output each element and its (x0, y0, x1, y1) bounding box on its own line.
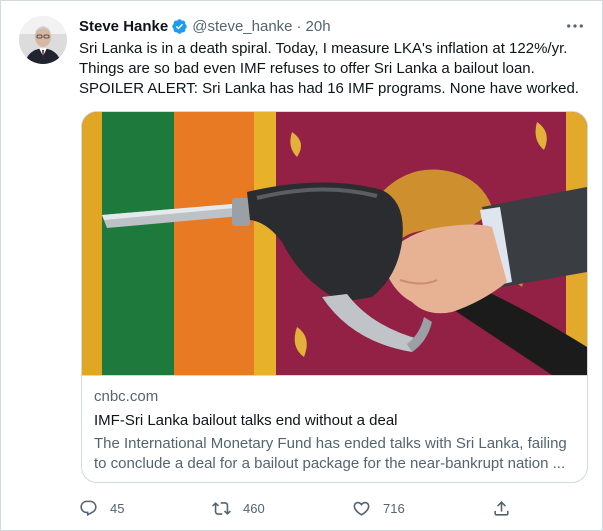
card-title: IMF-Sri Lanka bailout talks end without … (94, 412, 398, 429)
retweet-icon (212, 501, 231, 515)
tweet-actions: 45 460 716 (79, 495, 589, 521)
retweet-count: 460 (243, 500, 265, 516)
card-description-line: The International Monetary Fund has ende… (94, 435, 567, 452)
retweet-button[interactable]: 460 (212, 495, 265, 521)
like-count: 716 (383, 500, 405, 516)
heart-icon (353, 501, 370, 516)
share-button[interactable] (492, 495, 523, 521)
timestamp[interactable]: 20h (306, 18, 331, 35)
avatar-image (19, 16, 67, 64)
share-icon (494, 500, 509, 516)
card-meta: cnbc.com IMF-Sri Lanka bailout talks end… (82, 375, 587, 482)
author-name[interactable]: Steve Hanke (79, 18, 168, 35)
card-description: The International Monetary Fund has ende… (94, 434, 580, 474)
reply-button[interactable]: 45 (79, 495, 124, 521)
separator-dot: · (296, 17, 302, 35)
more-icon[interactable] (564, 15, 586, 37)
tweet-header: Steve Hanke @steve_hanke · 20h (79, 15, 582, 37)
tweet-card[interactable]: Steve Hanke @steve_hanke · 20h Sri Lanka… (0, 0, 603, 531)
verified-badge-icon (171, 18, 188, 35)
author-handle[interactable]: @steve_hanke (192, 18, 292, 35)
tweet-text-line: SPOILER ALERT: Sri Lanka has had 16 IMF … (79, 80, 579, 97)
tweet-text: Sri Lanka is in a death spiral. Today, I… (79, 39, 589, 99)
card-description-line: to conclude a deal for a bailout package… (94, 455, 566, 472)
card-image (82, 112, 587, 375)
reply-icon (80, 500, 97, 516)
card-domain: cnbc.com (94, 388, 159, 405)
reply-count: 45 (110, 500, 125, 516)
tweet-text-line: Sri Lanka is in a death spiral. Today, I… (79, 40, 568, 57)
tweet-text-line: Things are so bad even IMF refuses to of… (79, 60, 535, 77)
like-button[interactable]: 716 (352, 495, 405, 521)
link-card[interactable]: cnbc.com IMF-Sri Lanka bailout talks end… (81, 111, 588, 483)
avatar[interactable] (19, 16, 67, 64)
